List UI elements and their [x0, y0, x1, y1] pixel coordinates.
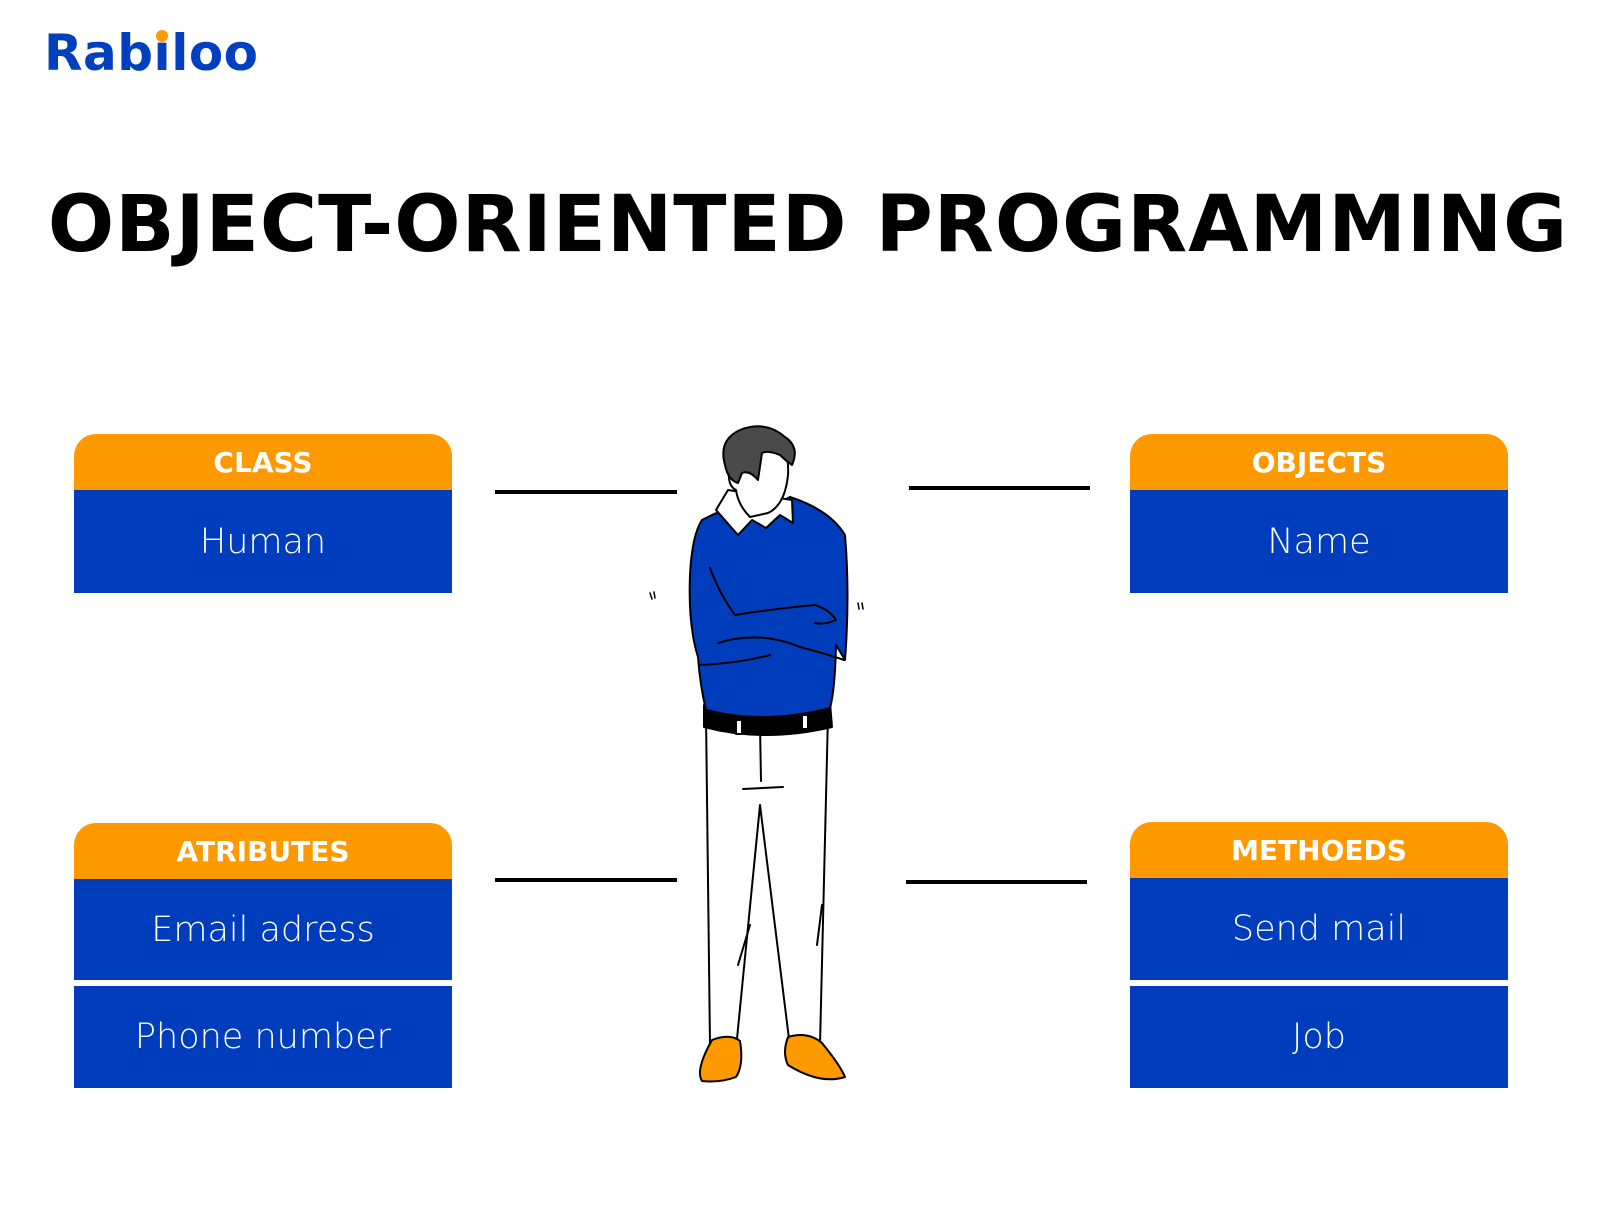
methods-card: METHOEDS Send mail Job	[1130, 822, 1508, 1088]
logo-text-suffix: loo	[171, 24, 259, 82]
connector-objects	[909, 486, 1090, 490]
attributes-card-item: Email adress	[74, 879, 452, 980]
methods-card-item: Send mail	[1130, 878, 1508, 980]
page-title: OBJECT-ORIENTED PROGRAMMING	[47, 180, 1569, 270]
right-shoe	[784, 1034, 846, 1081]
left-shoe	[699, 1035, 743, 1083]
attributes-card-item: Phone number	[74, 986, 452, 1088]
class-card-item: Human	[74, 490, 452, 593]
objects-card-item: Name	[1130, 490, 1508, 593]
connector-methods	[906, 880, 1087, 884]
class-card-header: CLASS	[74, 434, 452, 490]
belt-loop	[801, 714, 809, 730]
rabiloo-logo: Rabı loo	[44, 28, 259, 78]
pants	[705, 714, 829, 1052]
logo-text-prefix: Rab	[44, 24, 154, 82]
belt-loop	[735, 719, 743, 735]
sweater	[688, 496, 849, 718]
person-illustration	[649, 425, 864, 1083]
logo-i: ı	[153, 24, 172, 82]
class-card: CLASS Human	[74, 434, 452, 593]
methods-card-item: Job	[1130, 986, 1508, 1088]
attributes-card-header: ATRIBUTES	[74, 823, 452, 879]
methods-card-header: METHOEDS	[1130, 822, 1508, 878]
objects-card: OBJECTS Name	[1130, 434, 1508, 593]
attributes-card: ATRIBUTES Email adress Phone number	[74, 823, 452, 1088]
objects-card-header: OBJECTS	[1130, 434, 1508, 490]
